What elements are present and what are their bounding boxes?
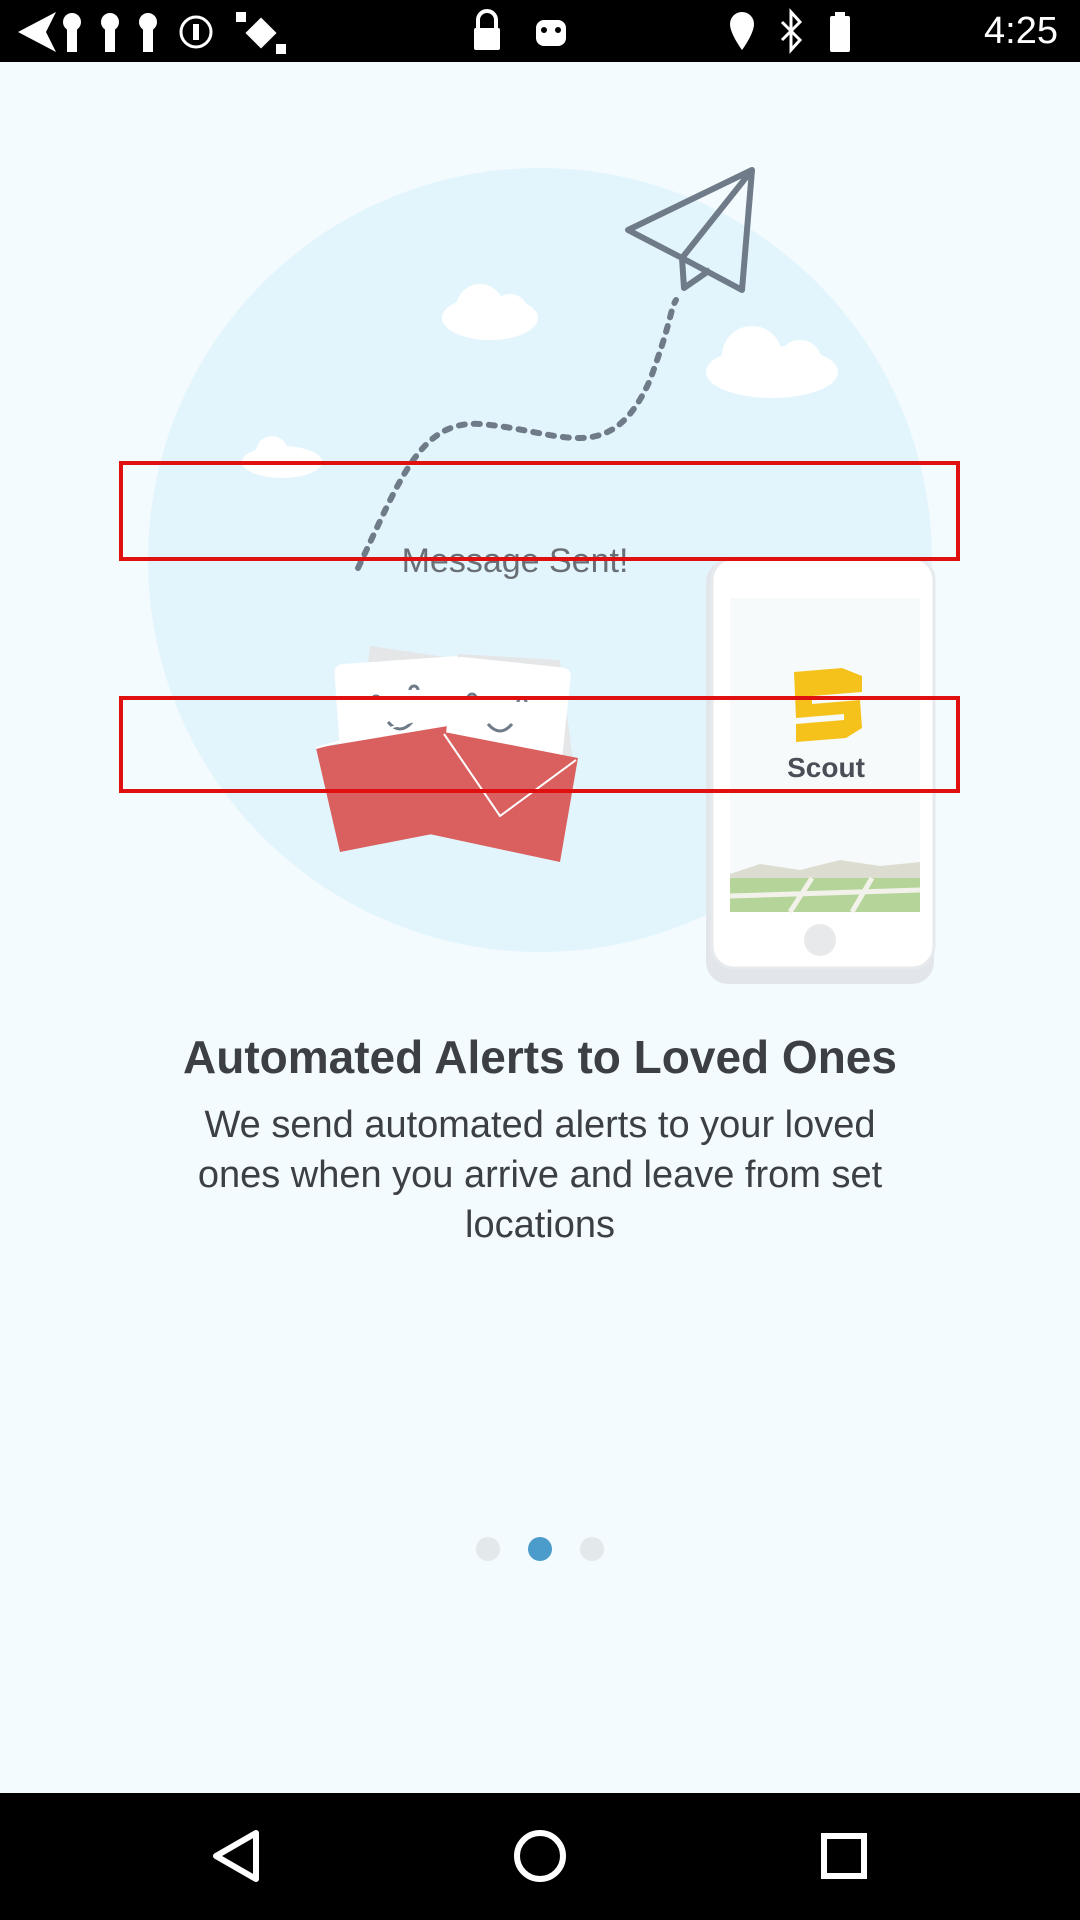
status-time: 4:25 <box>984 10 1058 52</box>
info-icon <box>179 15 213 49</box>
page-indicator <box>0 1537 1080 1561</box>
android-icon <box>536 20 566 46</box>
keyhole-icon <box>139 13 157 52</box>
home-icon[interactable] <box>480 1793 600 1920</box>
page-dot[interactable] <box>476 1537 500 1561</box>
keyhole-icon <box>63 13 81 52</box>
onboarding-title: Automated Alerts to Loved Ones <box>183 1031 897 1083</box>
page-dot[interactable] <box>580 1537 604 1561</box>
location-icon <box>730 12 754 50</box>
status-bar: 4:25 <box>0 0 1080 62</box>
highlight-box <box>119 696 960 793</box>
page-dot-active[interactable] <box>528 1537 552 1561</box>
onboarding-description: We send automated alerts to your loved o… <box>197 1104 883 1246</box>
satellite-icon <box>236 12 286 54</box>
keyhole-icon <box>101 13 119 52</box>
battery-icon <box>830 12 850 52</box>
lock-icon <box>474 9 500 50</box>
navigation-bar <box>0 1793 1080 1920</box>
highlight-box <box>119 461 960 561</box>
back-icon[interactable] <box>176 1793 296 1920</box>
recents-icon[interactable] <box>784 1793 904 1920</box>
back-arrow-icon <box>18 12 56 52</box>
bluetooth-icon <box>780 8 803 54</box>
